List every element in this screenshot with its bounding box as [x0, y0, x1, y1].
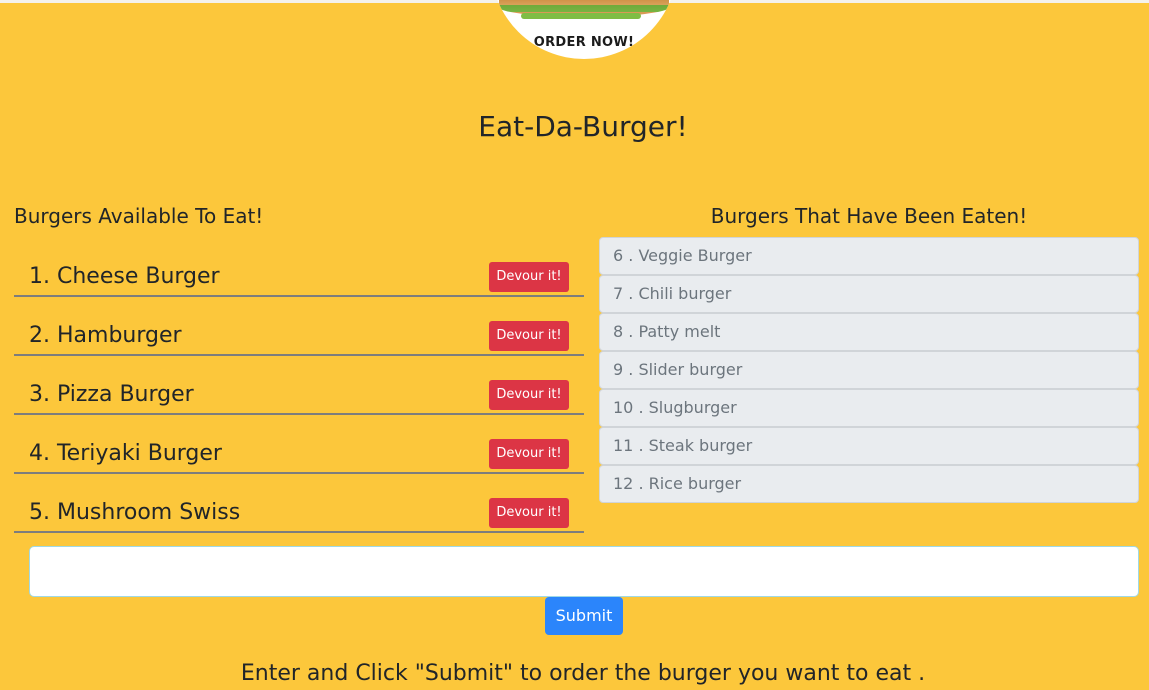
submit-button[interactable]: Submit	[545, 597, 623, 635]
devour-button[interactable]: Devour it!	[489, 498, 569, 528]
devour-button[interactable]: Devour it!	[489, 262, 569, 292]
devour-button[interactable]: Devour it!	[489, 439, 569, 469]
eaten-burger-item: 9 . Slider burger	[599, 351, 1139, 389]
eaten-burger-item: 6 . Veggie Burger	[599, 237, 1139, 275]
page: ORDER NOW! Eat-Da-Burger! Burgers Availa…	[0, 0, 1149, 690]
burger-name: 2. Hamburger	[29, 323, 182, 348]
order-instructions: Enter and Click "Submit" to order the bu…	[240, 661, 926, 686]
available-burger-row: 2. Hamburger Devour it!	[14, 318, 584, 356]
available-burger-row: 5. Mushroom Swiss Devour it!	[14, 495, 584, 533]
logo-text: ORDER NOW!	[533, 35, 635, 50]
eaten-burger-list: 6 . Veggie Burger 7 . Chili burger 8 . P…	[599, 237, 1139, 503]
eaten-burger-item: 7 . Chili burger	[599, 275, 1139, 313]
burger-name: 1. Cheese Burger	[29, 264, 220, 289]
devour-button[interactable]: Devour it!	[489, 380, 569, 410]
eaten-burger-item: 12 . Rice burger	[599, 465, 1139, 503]
burger-name: 4. Teriyaki Burger	[29, 441, 222, 466]
eaten-burger-item: 10 . Slugburger	[599, 389, 1139, 427]
lettuce-graphic	[521, 13, 641, 19]
eaten-heading: Burgers That Have Been Eaten!	[710, 204, 1028, 228]
page-title: Eat-Da-Burger!	[478, 110, 688, 143]
burger-name: 3. Pizza Burger	[29, 382, 194, 407]
eaten-burger-item: 8 . Patty melt	[599, 313, 1139, 351]
burger-name: 5. Mushroom Swiss	[29, 500, 241, 525]
available-burger-row: 1. Cheese Burger Devour it!	[14, 259, 584, 297]
eaten-burger-item: 11 . Steak burger	[599, 427, 1139, 465]
available-heading: Burgers Available To Eat!	[14, 204, 264, 228]
order-now-logo: ORDER NOW!	[491, 0, 677, 59]
available-burger-row: 4. Teriyaki Burger Devour it!	[14, 436, 584, 474]
burger-name-input[interactable]	[29, 546, 1139, 597]
devour-button[interactable]: Devour it!	[489, 321, 569, 351]
available-burger-row: 3. Pizza Burger Devour it!	[14, 377, 584, 415]
